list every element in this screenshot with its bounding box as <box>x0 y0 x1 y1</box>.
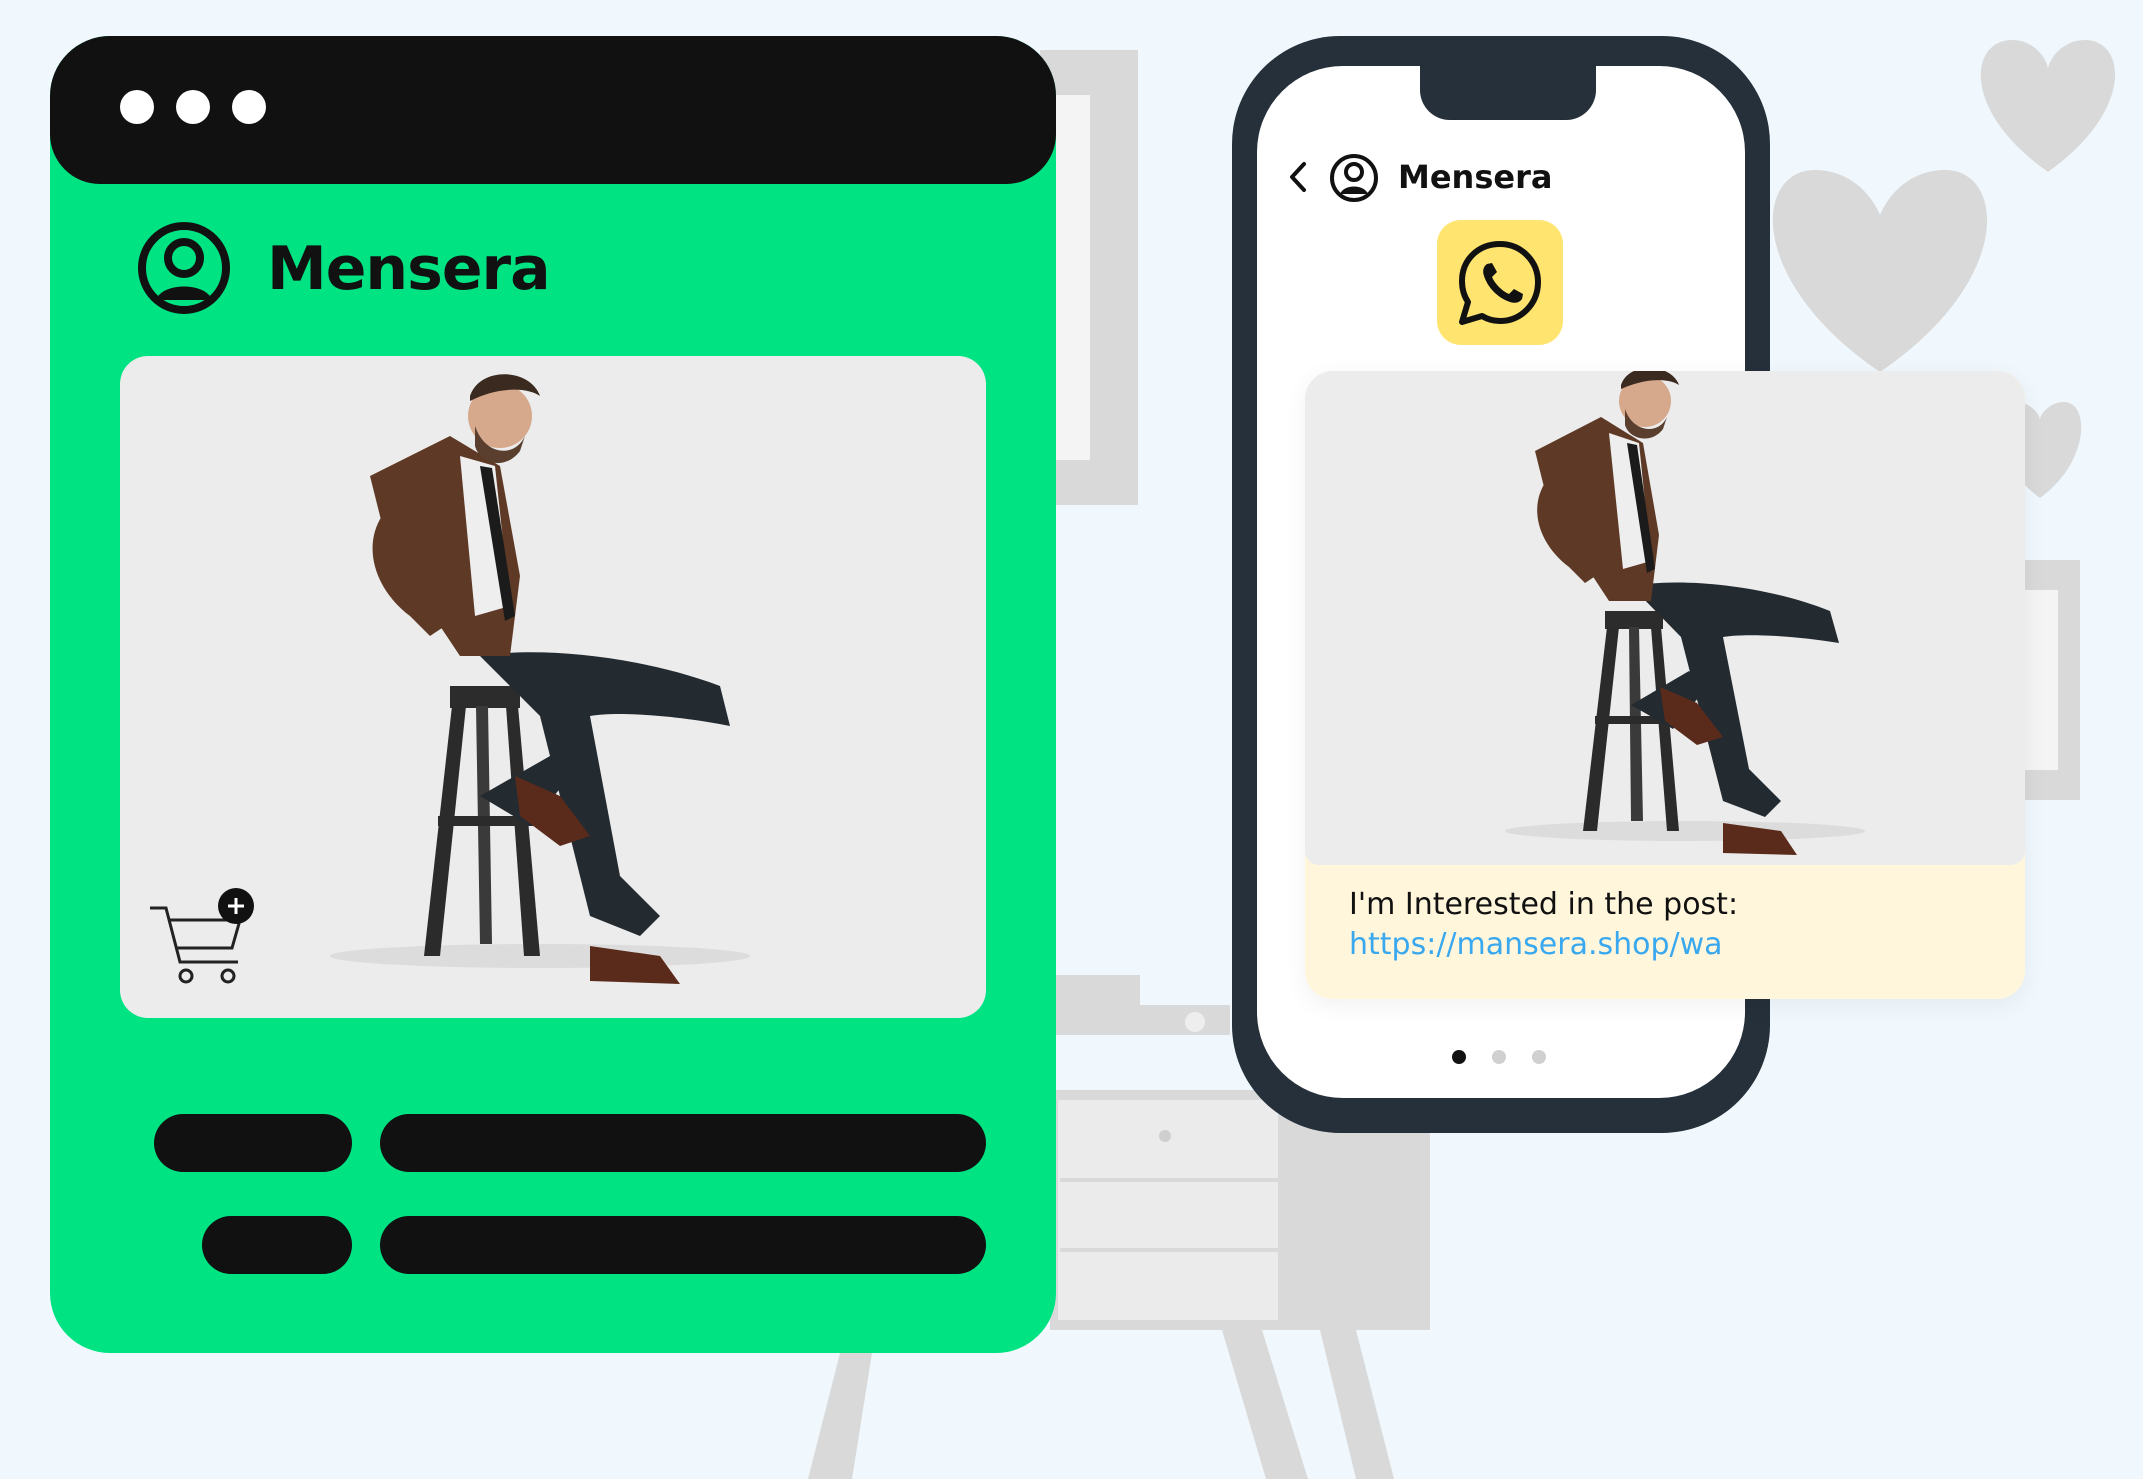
heart-icon <box>1772 170 1988 372</box>
window-control-dot[interactable] <box>120 90 154 124</box>
whatsapp-icon <box>1459 241 1541 325</box>
heart-icon <box>1980 40 2116 172</box>
phone-notch <box>1420 58 1596 120</box>
placeholder-bar <box>380 1114 986 1172</box>
man-on-stool-image <box>1505 371 1865 855</box>
message-link[interactable]: https://mansera.shop/wa <box>1349 925 1738 965</box>
cart-plus-icon[interactable] <box>146 880 256 990</box>
website-window: Mensera <box>50 36 1056 1353</box>
whatsapp-tile[interactable] <box>1437 220 1563 345</box>
message-body: I'm Interested in the post: <box>1349 887 1739 922</box>
message-text: I'm Interested in the post: https://mans… <box>1349 885 1738 965</box>
placeholder-bar <box>202 1216 352 1274</box>
browser-title-bar <box>50 36 1056 184</box>
chevron-left-icon[interactable] <box>1286 160 1310 194</box>
chat-profile-name: Mensera <box>1398 158 1553 196</box>
pager-dot[interactable] <box>1492 1050 1506 1064</box>
placeholder-bar <box>380 1216 986 1274</box>
product-photo[interactable] <box>120 356 986 1018</box>
pager-dot[interactable] <box>1532 1050 1546 1064</box>
user-avatar-icon[interactable] <box>136 220 232 316</box>
window-control-dot[interactable] <box>176 90 210 124</box>
user-avatar-icon[interactable] <box>1328 152 1380 204</box>
placeholder-bar <box>154 1114 352 1172</box>
message-card[interactable]: I'm Interested in the post: https://mans… <box>1305 371 2025 999</box>
window-control-dot[interactable] <box>232 90 266 124</box>
pager-dot-active[interactable] <box>1452 1050 1466 1064</box>
message-product-photo[interactable] <box>1305 371 2025 865</box>
profile-name: Mensera <box>267 234 551 304</box>
